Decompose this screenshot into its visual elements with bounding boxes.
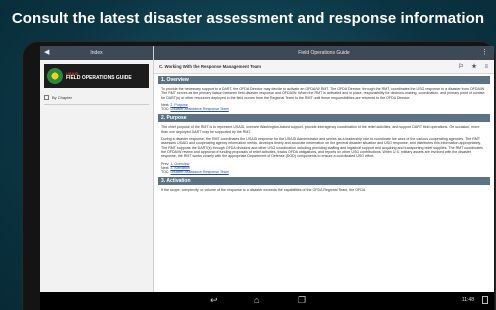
section-heading: 3. Activation	[158, 177, 490, 186]
nav-prefix: TOC:	[161, 170, 170, 175]
bookmark-icon[interactable]: ⚐	[458, 64, 463, 70]
nav-line: TOC: Disaster Assistance Response Team	[161, 170, 487, 174]
headline: Consult the latest disaster assessment a…	[11, 10, 485, 27]
section-nav: Prev: 1. Overview Next: 3. Activation TOC:…	[161, 162, 487, 175]
content-title: Field Operations Guide	[298, 50, 350, 56]
usaid-seal-icon	[47, 68, 63, 84]
chapter-subtitle: C. Working With the Response Management …	[159, 64, 261, 69]
nav-prefix: TOC:	[161, 107, 170, 112]
chapter-subtitle-bar: C. Working With the Response Management …	[154, 60, 494, 74]
nav-link[interactable]: Disaster Assistance Response Team	[171, 107, 229, 111]
logo-line2: FIELD OPERATIONS GUIDE	[66, 75, 132, 81]
section-paragraph: To provide the necessary support to a DA…	[161, 87, 486, 100]
divider	[44, 104, 149, 105]
nav-link[interactable]: Disaster Assistance Response Team	[171, 170, 229, 174]
index-title-bar: ◀ Index	[40, 46, 153, 60]
home-icon[interactable]: ⌂	[254, 295, 259, 305]
by-chapter-label: By Chapter	[52, 94, 73, 100]
nav-line: TOC: Disaster Assistance Response Team	[161, 107, 487, 111]
clock: 11:48	[461, 297, 474, 303]
app-logo: USAID FIELD OPERATIONS GUIDE	[44, 64, 149, 88]
back-icon[interactable]: ◀	[44, 49, 49, 56]
article-content: 1. Overview To provide the necessary supp…	[154, 76, 494, 193]
section-heading: 1. Overview	[158, 76, 490, 84]
content-title-bar: Field Operations Guide ⋮	[154, 46, 494, 60]
section-heading: 2. Purpose	[158, 114, 490, 123]
recent-apps-icon[interactable]: ❐	[298, 295, 306, 305]
section-paragraph: During a disaster response, the RMT coor…	[161, 137, 483, 159]
index-title: Index	[90, 50, 103, 56]
system-nav-bar: ↩ ⌂ ❐ 11:48	[40, 292, 494, 310]
index-pane: ◀ Index USAID FIELD OPERATIONS GUIDE By …	[40, 46, 154, 292]
section-paragraph: The chief purpose of the RMT is to repre…	[161, 125, 480, 134]
chapter-icon	[44, 94, 49, 100]
by-chapter-item[interactable]: By Chapter	[44, 92, 149, 102]
back-arrow-icon[interactable]: ↩	[210, 295, 218, 305]
star-icon[interactable]: ★	[471, 64, 476, 70]
overflow-menu-icon[interactable]: ⋮	[481, 49, 488, 56]
tablet-screen: ◀ Index USAID FIELD OPERATIONS GUIDE By …	[40, 46, 494, 310]
list-icon[interactable]: ≡	[484, 64, 488, 70]
battery-icon	[482, 296, 488, 304]
content-pane: Field Operations Guide ⋮ C. Working With…	[154, 46, 494, 292]
section-paragraph: If the scope, complexity, or volume of t…	[161, 188, 366, 193]
section-nav: Next: 2. Purpose TOC: Disaster Assistance…	[161, 103, 487, 112]
